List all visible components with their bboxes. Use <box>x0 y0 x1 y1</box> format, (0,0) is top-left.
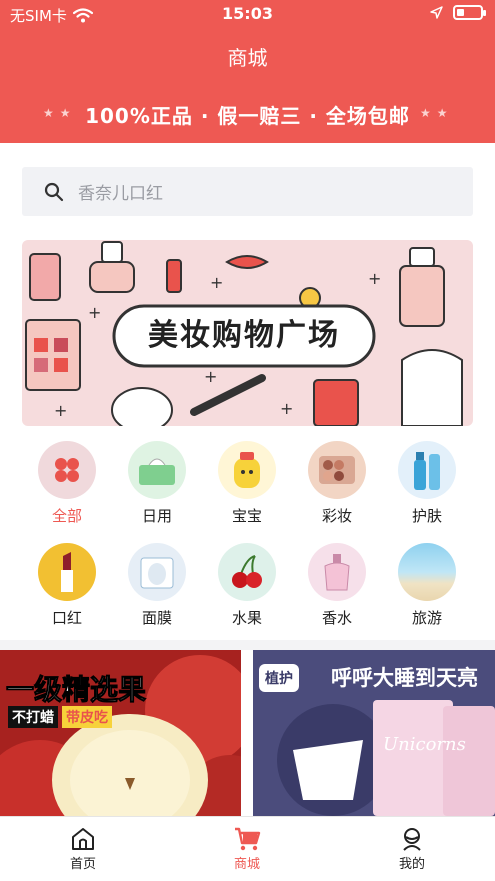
product-pack-text: Unicorns <box>383 734 466 755</box>
home-icon <box>72 828 94 850</box>
category-label: 水果 <box>231 609 262 627</box>
svg-text:+: + <box>88 303 101 322</box>
lipstick-icon <box>38 543 96 601</box>
grid-icon <box>38 441 96 499</box>
battery-level <box>457 9 464 16</box>
search-bar[interactable]: 香奈儿口红 <box>22 167 473 216</box>
category-perfume[interactable]: 香水 <box>297 543 377 628</box>
category-makeup[interactable]: 彩妆 <box>297 441 377 526</box>
tab-profile[interactable]: 我的 <box>362 825 462 872</box>
category-fruit[interactable]: 水果 <box>207 543 287 628</box>
eyeshadow-palette-icon <box>308 441 366 499</box>
product-tag: 带皮吃 <box>62 706 112 728</box>
category-skincare[interactable]: 护肤 <box>387 441 467 526</box>
category-label: 护肤 <box>411 507 442 525</box>
category-label: 全部 <box>51 507 82 525</box>
status-right <box>430 5 486 20</box>
category-label: 香水 <box>321 609 352 627</box>
category-label: 宝宝 <box>231 507 262 525</box>
product-card-apple[interactable]: 一级精选果 不打蜡 带皮吃 <box>0 650 241 816</box>
search-placeholder: 香奈儿口红 <box>78 184 163 204</box>
category-label: 旅游 <box>411 609 442 627</box>
tab-label: 我的 <box>398 857 425 872</box>
product-card-diaper[interactable]: 植护 呼呼大睡到天亮 Unicorns <box>253 650 495 816</box>
category-lipstick[interactable]: 口红 <box>27 543 107 628</box>
category-label: 口红 <box>51 609 82 627</box>
skincare-bottle-icon <box>398 441 456 499</box>
brand-logo: 植护 <box>259 664 299 692</box>
promo-banner[interactable]: + + + + + + 美妆购物广场 <box>22 240 473 426</box>
tab-label: 商城 <box>233 857 260 872</box>
svg-text:+: + <box>54 401 67 420</box>
cart-icon <box>235 827 261 851</box>
product-headline: 一级精选果 <box>5 673 147 707</box>
perfume-icon <box>308 543 366 601</box>
tab-mall[interactable]: 商城 <box>197 825 297 872</box>
category-label: 日用 <box>141 507 172 525</box>
tab-home[interactable]: 首页 <box>33 825 133 872</box>
star-decoration-right-icon: ★★ <box>420 106 454 120</box>
status-time: 15:03 <box>222 4 273 23</box>
face-mask-icon <box>128 543 186 601</box>
svg-text:+: + <box>280 399 293 418</box>
category-label: 彩妆 <box>321 507 352 525</box>
category-label: 面膜 <box>141 609 172 627</box>
search-icon <box>44 182 64 201</box>
beach-icon <box>398 543 456 601</box>
tissue-icon <box>128 441 186 499</box>
tab-bar: 首页 商城 我的 <box>0 816 495 881</box>
cherry-icon <box>218 543 276 601</box>
banner-headline: 美妆购物广场 <box>148 318 340 353</box>
svg-text:+: + <box>204 367 217 386</box>
user-icon <box>403 828 421 851</box>
category-daily[interactable]: 日用 <box>117 441 197 526</box>
baby-bottle-icon <box>218 441 276 499</box>
product-headline: 呼呼大睡到天亮 <box>331 666 478 690</box>
status-bar: 无SIM卡 15:03 <box>0 0 495 30</box>
header: 无SIM卡 15:03 商城 ★★ 100%正品 · 假一赔三 · 全场包邮 ★… <box>0 0 495 143</box>
location-arrow-icon <box>430 6 443 19</box>
svg-text:+: + <box>368 269 381 288</box>
svg-text:+: + <box>210 273 223 292</box>
category-face-mask[interactable]: 面膜 <box>117 543 197 628</box>
category-travel[interactable]: 旅游 <box>387 543 467 628</box>
tab-label: 首页 <box>69 857 96 872</box>
page-title: 商城 <box>227 46 268 70</box>
section-divider <box>0 640 495 650</box>
product-tag: 不打蜡 <box>8 706 58 728</box>
mall-screen: 无SIM卡 15:03 商城 ★★ 100%正品 · 假一赔三 · 全场包邮 ★… <box>0 0 495 881</box>
category-baby[interactable]: 宝宝 <box>207 441 287 526</box>
category-all[interactable]: 全部 <box>27 441 107 526</box>
battery-icon <box>453 5 486 20</box>
